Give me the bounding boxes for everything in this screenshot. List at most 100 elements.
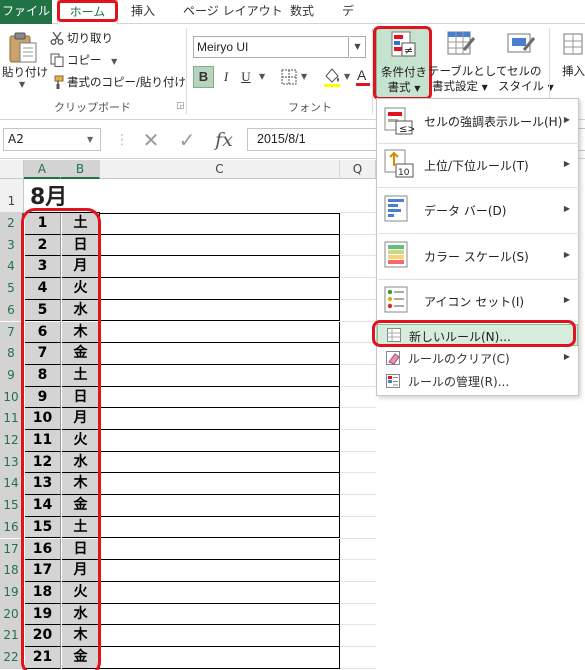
empty-cell[interactable] <box>100 538 340 561</box>
day-cell[interactable]: 19 <box>25 603 61 626</box>
empty-cell[interactable] <box>100 256 340 279</box>
weekday-cell[interactable]: 土 <box>62 213 100 235</box>
menu-item-clear-rules[interactable]: ルールのクリア(C) ▶ <box>377 347 578 369</box>
day-cell[interactable]: 13 <box>25 473 61 496</box>
confirm-entry-icon[interactable]: ✓ <box>175 129 199 151</box>
chevron-down-icon[interactable]: ▼ <box>259 72 265 81</box>
day-cell[interactable]: 6 <box>25 321 61 344</box>
insert-function-icon[interactable]: fx <box>211 129 237 151</box>
empty-cell[interactable] <box>100 343 340 365</box>
empty-cell[interactable] <box>100 213 340 235</box>
row-header[interactable]: 21 <box>0 625 24 647</box>
conditional-formatting-button[interactable]: ≠ 条件付き 書式 ▼ <box>376 28 430 98</box>
row-header[interactable]: 13 <box>0 451 24 474</box>
empty-cell[interactable] <box>100 560 340 582</box>
menu-item-color-scales[interactable]: カラー スケール(S) ▶ <box>377 234 578 278</box>
row-header[interactable]: 11 <box>0 408 24 430</box>
row-header[interactable]: 22 <box>0 647 24 669</box>
weekday-cell[interactable]: 月 <box>62 408 100 430</box>
row-header[interactable]: 7 <box>0 321 24 344</box>
day-cell[interactable]: 5 <box>25 299 61 322</box>
weekday-cell[interactable]: 火 <box>62 278 100 300</box>
row-header[interactable]: 18 <box>0 560 24 582</box>
menu-item-manage-rules[interactable]: ルールの管理(R)... <box>377 370 578 392</box>
day-cell[interactable]: 1 <box>25 213 61 235</box>
weekday-cell[interactable]: 土 <box>62 516 100 539</box>
chevron-down-icon[interactable]: ▼ <box>350 36 366 58</box>
day-cell[interactable]: 2 <box>25 234 61 257</box>
empty-cell[interactable] <box>100 473 340 496</box>
sheet-title-cell[interactable]: 8月 <box>30 179 67 211</box>
row-header[interactable]: 10 <box>0 386 24 409</box>
row-header[interactable]: 9 <box>0 364 24 387</box>
empty-cell[interactable] <box>100 430 340 452</box>
format-painter-button[interactable]: 書式のコピー/貼り付け <box>50 73 186 91</box>
menu-item-data-bars[interactable]: データ バー(D) ▶ <box>377 188 578 232</box>
empty-cell[interactable] <box>100 625 340 647</box>
column-header-a[interactable]: A <box>24 160 61 179</box>
bold-button[interactable]: B <box>193 66 214 88</box>
row-header[interactable]: 14 <box>0 473 24 496</box>
row-header[interactable]: 20 <box>0 603 24 626</box>
cancel-entry-icon[interactable]: ✕ <box>139 129 163 151</box>
empty-cell[interactable] <box>100 386 340 409</box>
weekday-cell[interactable]: 火 <box>62 581 100 604</box>
weekday-cell[interactable]: 金 <box>62 647 100 669</box>
day-cell[interactable]: 9 <box>25 386 61 409</box>
row-header[interactable]: 4 <box>0 256 24 279</box>
empty-cell[interactable] <box>100 495 340 517</box>
row-header[interactable]: 16 <box>0 516 24 539</box>
empty-cell[interactable] <box>100 364 340 387</box>
weekday-cell[interactable]: 日 <box>62 234 100 257</box>
weekday-cell[interactable]: 日 <box>62 538 100 561</box>
empty-cell[interactable] <box>100 581 340 604</box>
column-header-b[interactable]: B <box>61 160 100 179</box>
weekday-cell[interactable]: 日 <box>62 386 100 409</box>
weekday-cell[interactable]: 木 <box>62 625 100 647</box>
empty-cell[interactable] <box>100 234 340 257</box>
row-header[interactable]: 6 <box>0 299 24 322</box>
empty-cell[interactable] <box>100 278 340 300</box>
row-header[interactable]: 2 <box>0 213 24 235</box>
column-header-c[interactable]: C <box>100 160 340 179</box>
menu-item-top-bottom-rules[interactable]: 10 上位/下位ルール(T) ▶ <box>377 144 578 184</box>
tab-data[interactable]: デ <box>342 0 354 24</box>
menu-item-highlight-rules[interactable]: ≤> セルの強調表示ルール(H) ▶ <box>377 101 578 141</box>
copy-button[interactable]: コピー ▼ <box>50 51 117 69</box>
dialog-launcher-icon[interactable]: ◲ <box>176 101 185 111</box>
row-header[interactable]: 3 <box>0 234 24 257</box>
day-cell[interactable]: 12 <box>25 451 61 474</box>
day-cell[interactable]: 17 <box>25 560 61 582</box>
cut-button[interactable]: 切り取り <box>50 29 113 47</box>
row-header[interactable]: 17 <box>0 538 24 561</box>
day-cell[interactable]: 16 <box>25 538 61 561</box>
underline-button[interactable]: U <box>237 66 255 88</box>
fill-color-icon[interactable] <box>322 66 342 88</box>
day-cell[interactable]: 20 <box>25 625 61 647</box>
weekday-cell[interactable]: 金 <box>62 343 100 365</box>
tab-home[interactable]: ホーム <box>57 0 118 25</box>
weekday-cell[interactable]: 木 <box>62 473 100 496</box>
day-cell[interactable]: 11 <box>25 430 61 452</box>
row-header[interactable]: 15 <box>0 495 24 517</box>
column-header-q[interactable]: Q <box>340 160 376 179</box>
weekday-cell[interactable]: 火 <box>62 430 100 452</box>
weekday-cell[interactable]: 水 <box>62 299 100 322</box>
day-cell[interactable]: 14 <box>25 495 61 517</box>
weekday-cell[interactable]: 水 <box>62 603 100 626</box>
day-cell[interactable]: 15 <box>25 516 61 539</box>
chevron-down-icon[interactable]: ▼ <box>344 72 350 81</box>
tab-page-layout[interactable]: ページ レイアウト <box>183 0 283 24</box>
day-cell[interactable]: 8 <box>25 364 61 387</box>
empty-cell[interactable] <box>100 647 340 669</box>
weekday-cell[interactable]: 水 <box>62 451 100 474</box>
weekday-cell[interactable]: 金 <box>62 495 100 517</box>
tab-formulas[interactable]: 数式 <box>290 0 314 24</box>
empty-cell[interactable] <box>100 603 340 626</box>
row-header[interactable]: 19 <box>0 581 24 604</box>
drag-handle-icon[interactable]: ⋮ <box>115 129 129 151</box>
tab-insert[interactable]: 挿入 <box>131 0 155 24</box>
empty-cell[interactable] <box>100 516 340 539</box>
empty-cell[interactable] <box>100 299 340 322</box>
day-cell[interactable]: 4 <box>25 278 61 300</box>
